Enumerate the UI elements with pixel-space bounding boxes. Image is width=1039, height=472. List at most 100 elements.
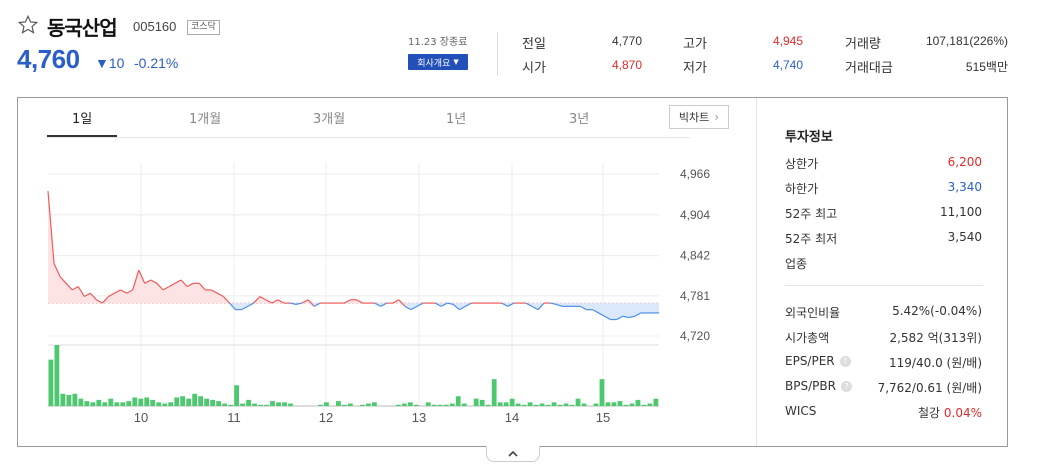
help-icon[interactable]: ? (839, 356, 851, 367)
volume-bar (222, 403, 228, 406)
volume-bar (593, 403, 599, 406)
volume-bar (114, 402, 120, 406)
volume-bar (647, 403, 653, 406)
bps-pbr-value: 7,762/0.61 (원/배) (877, 381, 982, 395)
volume-bar (282, 402, 287, 406)
tab-3month[interactable]: 3개월 (313, 108, 345, 127)
volume-bar (126, 401, 132, 406)
upper-limit-value: 6,200 (947, 155, 982, 169)
bps-pbr-label: BPS/PBR? (785, 379, 852, 393)
lower-limit-label: 하한가 (785, 182, 819, 196)
open-label: 시가 (522, 61, 546, 76)
volume-bar (138, 398, 144, 406)
market-badge: 코스닥 (187, 20, 220, 35)
period-tabs: 1일 1개월 3개월 1년 3년 빅차트 › (18, 98, 756, 138)
volume-bar (84, 401, 90, 406)
divider (497, 32, 498, 76)
price-chart[interactable]: 4,966 4,904 4,842 4,781 4,720 10 11 12 13 14 15 (18, 138, 756, 446)
volume-bar (497, 402, 503, 406)
company-overview-label: 회사개요 (417, 58, 451, 69)
y-tick-label: 4,966 (680, 167, 710, 181)
volume-bar (198, 396, 204, 406)
invest-info-panel: 투자정보 상한가 6,200 하한가 3,340 52주 최고 11,100 5… (756, 98, 1008, 446)
y-tick-label: 4,904 (680, 208, 710, 222)
volume-bar (449, 403, 455, 406)
volume-bar (431, 404, 437, 406)
company-overview-button[interactable]: 회사개요 ▼ (408, 54, 468, 70)
lower-limit-value: 3,340 (947, 180, 982, 194)
price-change-pct: -0.21% (134, 55, 179, 71)
tab-3year[interactable]: 3년 (569, 108, 589, 127)
volume-bar (617, 401, 623, 406)
collapse-toggle[interactable] (486, 446, 540, 462)
open-value: 4,870 (611, 58, 642, 72)
volume-bar (120, 402, 126, 406)
volume-bar (521, 404, 527, 406)
x-tick-label: 12 (319, 410, 333, 425)
y-tick-label: 4,842 (680, 249, 710, 263)
wics-value[interactable]: 철강 0.04% (918, 404, 982, 421)
volume-bar (186, 398, 192, 406)
volume-bar (132, 397, 138, 406)
big-chart-label: 빅차트 (678, 111, 710, 124)
volume-bar (509, 398, 515, 406)
tab-1day[interactable]: 1일 (72, 108, 92, 127)
x-tick-label: 10 (134, 410, 148, 425)
volume-bar (162, 403, 168, 406)
w52-low-label: 52주 최저 (785, 232, 838, 246)
volume-bar (461, 403, 467, 406)
volume-bar (503, 402, 509, 406)
volume-bar (234, 385, 239, 406)
volume-bar (413, 404, 419, 406)
volume-bar (102, 402, 108, 406)
volume-bar (371, 402, 377, 406)
volume-bar (258, 404, 263, 406)
volume-bar (144, 397, 150, 406)
tab-1year[interactable]: 1년 (446, 108, 466, 127)
volume-bar (150, 399, 156, 406)
volume-bar (264, 404, 269, 406)
upper-limit-label: 상한가 (785, 157, 819, 171)
volume-bar (557, 404, 563, 406)
wics-pct: 0.04% (943, 406, 982, 420)
eps-per-label: EPS/PER? (785, 354, 851, 368)
volume-bar (90, 402, 96, 406)
volume-bar (437, 404, 443, 406)
volume-bar (443, 404, 449, 406)
volume-bar (485, 404, 491, 406)
x-tick-label: 14 (505, 410, 519, 425)
volume-bar (228, 404, 233, 406)
amount-label: 거래대금 (845, 61, 893, 76)
volume-bar (108, 398, 114, 406)
chart-panel: 1일 1개월 3개월 1년 3년 빅차트 › 4,966 4,904 4,842 4,… (17, 97, 1008, 447)
volume-bar (78, 398, 84, 406)
volume-bar (401, 403, 407, 406)
prev-close-value: 4,770 (611, 34, 642, 48)
volume-bar (216, 401, 222, 406)
amount-value: 515백만 (965, 60, 1008, 74)
x-tick-label: 13 (412, 410, 426, 425)
bps-pbr-text: BPS/PBR (785, 379, 836, 393)
favorite-star-icon[interactable] (17, 14, 39, 36)
market-cap-value: 2,582 억(313위) (889, 331, 982, 345)
volume-bar (635, 399, 641, 406)
volume-bar (407, 402, 413, 406)
big-chart-button[interactable]: 빅차트 › (669, 105, 729, 129)
low-value: 4,740 (772, 58, 803, 72)
info-divider (785, 285, 983, 286)
wics-label: WICS (785, 404, 817, 418)
volume-bar (623, 404, 629, 406)
help-icon[interactable]: ? (840, 381, 852, 392)
wics-sector: 철강 (917, 406, 941, 420)
down-triangle-icon: ▼ (95, 55, 109, 71)
volume-bar (395, 404, 401, 406)
low-label: 저가 (683, 61, 707, 76)
volume-bar (545, 404, 551, 406)
x-tick-label: 11 (227, 410, 241, 425)
tab-1month[interactable]: 1개월 (189, 108, 221, 127)
volume-bar (533, 404, 539, 406)
y-tick-label: 4,720 (680, 329, 710, 343)
high-value: 4,945 (772, 34, 803, 48)
current-price: 4,760 (17, 44, 80, 74)
foreign-ratio-label: 외국인비율 (785, 306, 841, 320)
